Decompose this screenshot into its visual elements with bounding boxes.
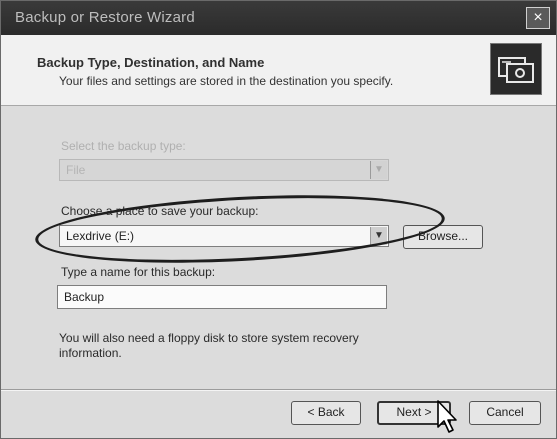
close-button[interactable]: × — [526, 7, 550, 29]
back-button[interactable]: < Back — [291, 401, 361, 425]
cancel-button[interactable]: Cancel — [469, 401, 541, 425]
browse-button[interactable]: Browse... — [403, 225, 483, 249]
destination-label: Choose a place to save your backup: — [61, 204, 259, 218]
floppy-note: You will also need a floppy disk to stor… — [59, 331, 359, 360]
backup-type-select[interactable]: File ▼ — [59, 159, 389, 181]
backup-name-input[interactable]: Backup — [57, 285, 387, 309]
header-title: Backup Type, Destination, and Name — [37, 55, 265, 70]
header-subtitle: Your files and settings are stored in th… — [59, 74, 394, 88]
wizard-header: Backup Type, Destination, and Name Your … — [1, 35, 556, 106]
backup-type-label: Select the backup type: — [61, 139, 186, 153]
backup-icon — [490, 43, 542, 95]
backup-wizard-window: Backup or Restore Wizard × Backup Type, … — [0, 0, 557, 439]
chevron-down-icon[interactable]: ▼ — [370, 161, 387, 179]
backup-type-value: File — [66, 163, 86, 177]
chevron-down-icon[interactable]: ▼ — [370, 227, 387, 245]
backup-name-label: Type a name for this backup: — [61, 265, 216, 279]
destination-value: Lexdrive (E:) — [66, 229, 135, 243]
mouse-pointer-icon — [437, 400, 457, 433]
footer-divider — [1, 389, 556, 391]
backup-name-value: Backup — [64, 290, 105, 304]
title-bar[interactable]: Backup or Restore Wizard × — [1, 1, 556, 35]
close-icon: × — [533, 9, 543, 26]
destination-select[interactable]: Lexdrive (E:) ▼ — [59, 225, 389, 247]
window-title: Backup or Restore Wizard — [15, 9, 195, 26]
